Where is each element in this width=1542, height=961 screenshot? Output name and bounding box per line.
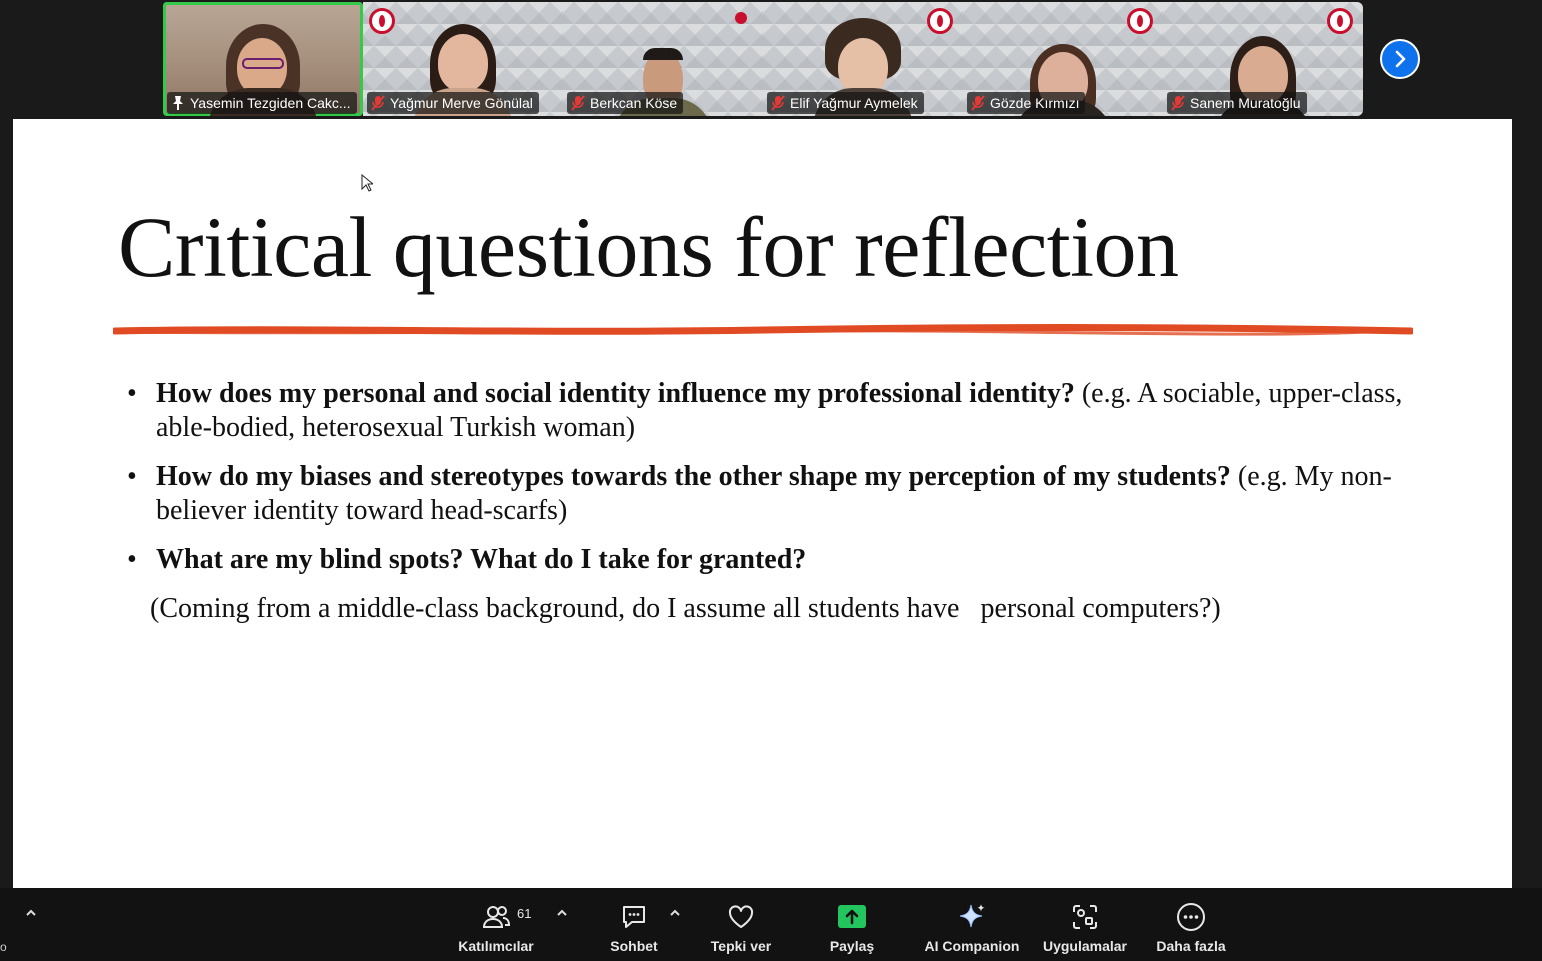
pin-icon <box>173 96 183 110</box>
share-label: Paylaş <box>829 938 875 954</box>
sparkle-icon <box>959 904 985 928</box>
chat-button[interactable]: Sohbet <box>604 888 664 961</box>
participants-icon <box>482 906 511 928</box>
apps-label: Uygulamalar <box>1042 938 1128 954</box>
participant-name-tag: Sanem Muratoğlu <box>1167 92 1307 114</box>
slide-bullet-list: How does my personal and social identity… <box>125 377 1415 592</box>
participant-name-tag: Gözde Kırmızı <box>967 92 1086 114</box>
participants-button[interactable]: Katılımcılar <box>456 888 536 961</box>
slide-bullet: What are my blind spots? What do I take … <box>125 543 1415 577</box>
microphone-muted-icon <box>771 95 785 111</box>
share-screen-icon <box>838 905 866 928</box>
participant-tile[interactable]: Yasemin Tezgiden Cakc... <box>163 2 363 116</box>
reactions-button[interactable]: Tepki ver <box>706 888 776 961</box>
participant-name-tag: Berkcan Köse <box>567 92 684 114</box>
participant-name: Berkcan Köse <box>590 95 678 111</box>
more-label: Daha fazla <box>1156 938 1226 954</box>
microphone-muted-icon <box>371 95 385 111</box>
metu-logo-icon <box>735 12 747 24</box>
apps-icon <box>1073 905 1097 929</box>
chevron-up-icon[interactable] <box>556 908 568 918</box>
participant-tile[interactable]: Yağmur Merve Gönülal <box>363 2 563 116</box>
metu-logo-icon <box>369 8 395 34</box>
ai-companion-button[interactable]: AI Companion <box>922 888 1022 961</box>
mouse-cursor-icon <box>361 174 373 192</box>
participant-name: Elif Yağmur Aymelek <box>790 95 918 111</box>
chevron-up-icon[interactable] <box>25 908 37 918</box>
heart-icon <box>728 905 754 928</box>
chevron-right-icon <box>1395 50 1406 68</box>
microphone-muted-icon <box>971 95 985 111</box>
apps-button[interactable]: Uygulamalar <box>1040 888 1130 961</box>
participant-tile[interactable]: Elif Yağmur Aymelek <box>763 2 963 116</box>
chat-label: Sohbet <box>610 938 658 954</box>
ai-companion-label: AI Companion <box>924 938 1020 954</box>
participant-name: Sanem Muratoğlu <box>1190 95 1301 111</box>
participant-tile[interactable]: Sanem Muratoğlu <box>1163 2 1363 116</box>
participant-name: Yağmur Merve Gönülal <box>390 95 533 111</box>
more-icon <box>1177 903 1205 931</box>
shared-screen-slide: Critical questions for reflection How do… <box>13 119 1512 888</box>
reactions-label: Tepki ver <box>710 938 772 954</box>
participant-name-tag: Yasemin Tezgiden Cakc... <box>167 92 357 114</box>
meeting-toolbar: Katılımcılar Sohbet Tepki ver Paylaş AI … <box>0 888 1542 961</box>
title-underline-stroke <box>113 323 1413 336</box>
video-gallery: Yasemin Tezgiden Cakc... Yağmur Merve Gö… <box>163 2 1363 116</box>
bullet-question: How does my personal and social identity… <box>156 378 1075 409</box>
next-page-button[interactable] <box>1380 39 1420 79</box>
slide-bullet: How do my biases and stereotypes towards… <box>125 460 1415 528</box>
metu-logo-icon <box>1327 8 1353 34</box>
microphone-muted-icon <box>571 95 585 111</box>
participant-name: Yasemin Tezgiden Cakc... <box>190 95 351 111</box>
slide-title: Critical questions for reflection <box>118 199 1179 295</box>
bullet-question: How do my biases and stereotypes towards… <box>156 461 1231 492</box>
participant-tile[interactable]: Berkcan Köse <box>563 2 763 116</box>
participant-name: Gözde Kırmızı <box>990 95 1080 111</box>
microphone-muted-icon <box>1171 95 1185 111</box>
slide-bullet: How does my personal and social identity… <box>125 377 1415 445</box>
bullet-question: What are my blind spots? What do I take … <box>156 544 807 575</box>
participants-label: Katılımcılar <box>458 938 534 954</box>
more-button[interactable]: Daha fazla <box>1151 888 1231 961</box>
chevron-up-icon[interactable] <box>669 908 681 918</box>
metu-logo-icon <box>1127 8 1153 34</box>
slide-note: (Coming from a middle-class background, … <box>150 593 1221 624</box>
share-screen-button[interactable]: Paylaş <box>822 888 882 961</box>
toolbar-edge-text: o <box>0 940 7 954</box>
participant-tile[interactable]: Gözde Kırmızı <box>963 2 1163 116</box>
participant-name-tag: Yağmur Merve Gönülal <box>367 92 539 114</box>
participant-name-tag: Elif Yağmur Aymelek <box>767 92 924 114</box>
chat-icon <box>623 906 645 928</box>
participants-count-badge: 61 <box>517 906 532 921</box>
metu-logo-icon <box>927 8 953 34</box>
